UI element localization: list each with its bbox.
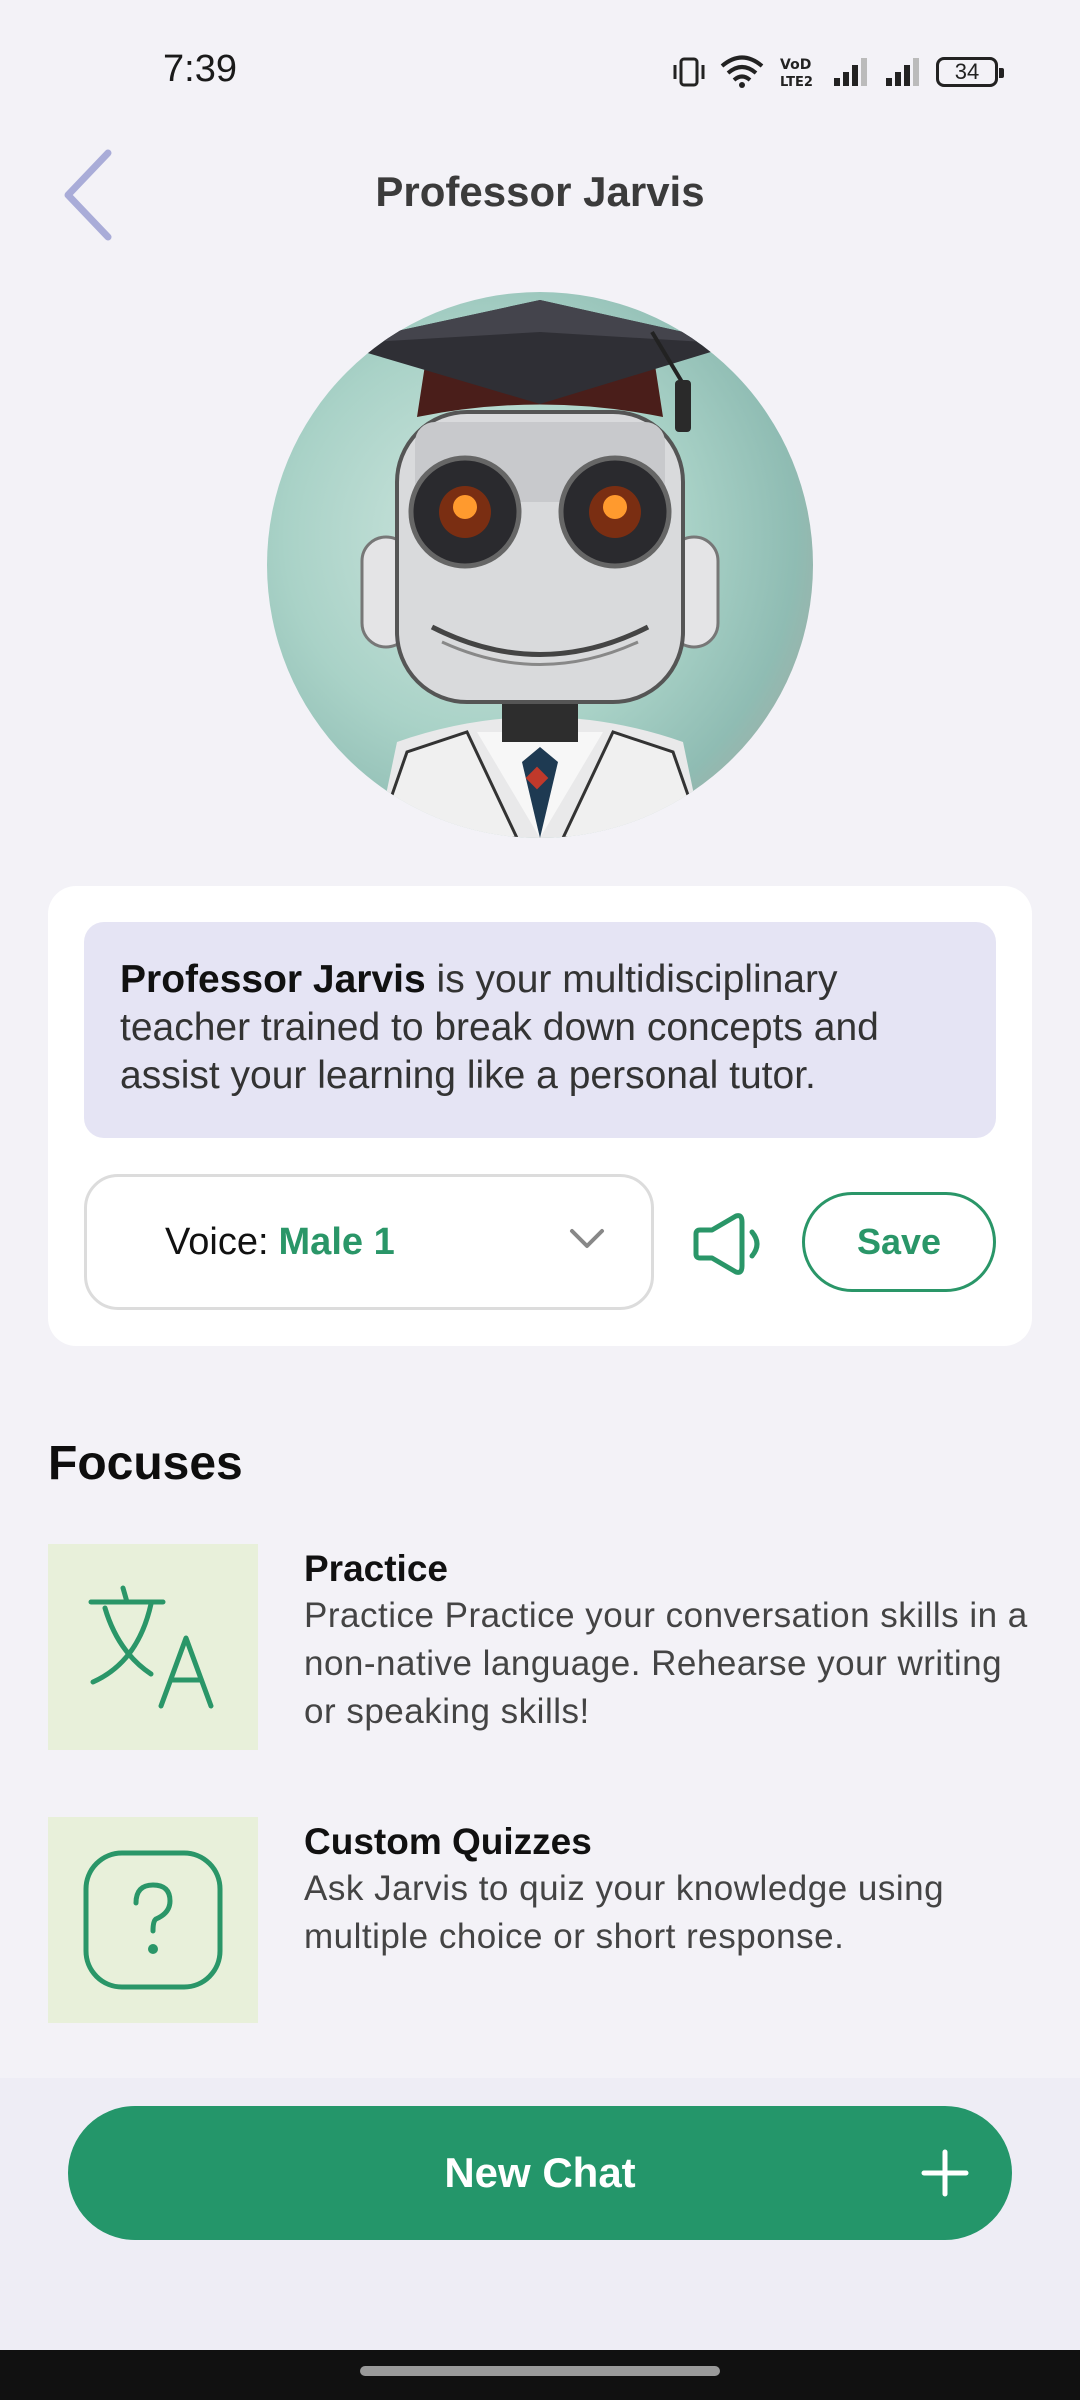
focus-icon-box (48, 1544, 258, 1750)
speaker-icon (693, 1213, 760, 1275)
voice-select[interactable]: Voice: Male 1 (84, 1174, 654, 1310)
save-button[interactable]: Save (802, 1192, 996, 1292)
focus-title: Custom Quizzes (304, 1821, 592, 1862)
info-card: Professor Jarvis is your multidisciplina… (48, 886, 1032, 1346)
robot-professor-avatar (337, 300, 737, 838)
focus-title: Practice (304, 1548, 448, 1589)
svg-text:LTE2: LTE2 (780, 75, 813, 89)
question-icon (83, 1850, 223, 1990)
focus-text: Custom Quizzes Ask Jarvis to quiz your k… (304, 1819, 1032, 1961)
bot-name: Professor Jarvis (120, 958, 426, 1001)
signal-icon (834, 58, 867, 86)
wifi-icon (720, 55, 764, 88)
vibrate-icon (673, 57, 705, 87)
header: Professor Jarvis (0, 140, 1080, 250)
focus-description: Ask Jarvis to quiz your knowledge using … (304, 1869, 945, 1956)
status-time: 7:39 (163, 48, 237, 90)
focus-icon-box (48, 1817, 258, 2023)
focus-text: Practice Practice Practice your conversa… (304, 1546, 1032, 1736)
plus-icon (921, 2149, 969, 2197)
chevron-down-icon (570, 1229, 604, 1248)
focus-item-custom-quizzes[interactable]: Custom Quizzes Ask Jarvis to quiz your k… (48, 1817, 1032, 2023)
battery-icon: 34 (936, 57, 1004, 87)
voice-label: Voice: (165, 1220, 269, 1263)
bottom-bar: New Chat (0, 2078, 1080, 2350)
new-chat-button[interactable]: New Chat (68, 2106, 1012, 2240)
avatar (267, 292, 813, 838)
translate-icon (88, 1585, 214, 1709)
focuses-title: Focuses (48, 1437, 243, 1490)
svg-text:VoD: VoD (780, 57, 811, 73)
system-nav-bar (0, 2350, 1080, 2400)
page-title: Professor Jarvis (375, 168, 705, 215)
new-chat-label: New Chat (444, 2149, 636, 2196)
status-icons: VoD LTE2 34 (672, 50, 1004, 94)
home-indicator[interactable] (360, 2366, 720, 2376)
focus-description: Practice Practice your conversation skil… (304, 1596, 1028, 1731)
voice-preview-button[interactable] (688, 1204, 768, 1284)
volte-icon: VoD LTE2 (780, 57, 813, 89)
signal-icon (886, 58, 919, 86)
voice-value: Male 1 (278, 1220, 395, 1263)
status-bar: 7:39 VoD LTE2 34 (0, 0, 1080, 140)
description-box: Professor Jarvis is your multidisciplina… (84, 922, 996, 1138)
focus-item-practice[interactable]: Practice Practice Practice your conversa… (48, 1544, 1032, 1750)
